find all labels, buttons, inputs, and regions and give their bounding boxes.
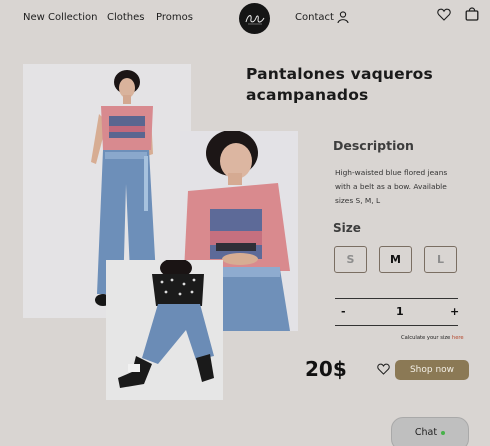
quantity-divider-top [335, 298, 458, 299]
quantity-decrease-button[interactable]: - [341, 305, 346, 318]
quantity-divider-bottom [335, 325, 458, 326]
nav-contact[interactable]: Contact [295, 12, 334, 23]
heart-icon[interactable] [437, 8, 451, 21]
user-icon[interactable] [337, 11, 349, 23]
nav-clothes[interactable]: Clothes [107, 12, 145, 23]
logo-icon[interactable] [239, 3, 270, 34]
product-description: High-waisted blue flored jeans with a be… [335, 168, 448, 205]
calculate-size-text: Calculate your size [401, 335, 451, 341]
quantity-increase-button[interactable]: + [450, 305, 459, 318]
product-title: Pantalones vaqueros acampanados [246, 65, 433, 104]
chat-status-dot [441, 431, 446, 435]
size-option-m[interactable]: M [379, 246, 412, 273]
chat-label: Chat [414, 427, 438, 438]
nav-promos[interactable]: Promos [156, 12, 193, 23]
calculate-size-link[interactable]: here [452, 335, 464, 341]
nav-new-collection[interactable]: New Collection [23, 12, 97, 23]
heart-icon[interactable] [377, 363, 390, 375]
shop-now-button[interactable]: Shop now [395, 360, 469, 380]
product-price: 20$ [305, 357, 347, 381]
size-option-s[interactable]: S [334, 246, 367, 273]
calculate-size-note: Calculate your size here [401, 335, 464, 341]
chat-button[interactable]: Chat [391, 417, 469, 446]
size-heading: Size [333, 221, 361, 235]
product-photo-sitting[interactable] [106, 260, 223, 400]
shopping-bag-icon[interactable] [465, 6, 479, 21]
description-heading: Description [333, 138, 414, 153]
quantity-value: 1 [396, 305, 404, 318]
size-option-l[interactable]: L [424, 246, 457, 273]
